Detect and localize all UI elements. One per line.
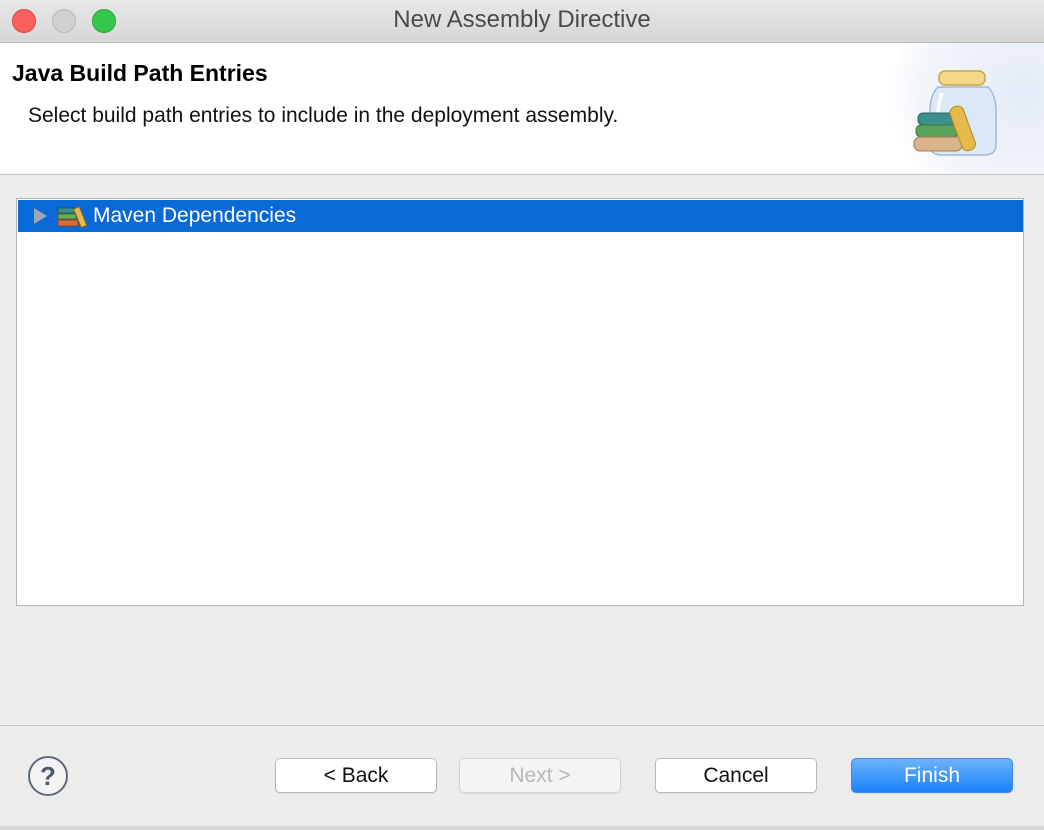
build-path-entries-tree[interactable]: Maven Dependencies — [16, 198, 1024, 606]
cancel-button[interactable]: Cancel — [655, 758, 817, 793]
help-button[interactable]: ? — [28, 756, 68, 796]
finish-button[interactable]: Finish — [851, 758, 1013, 793]
library-books-icon — [57, 206, 88, 229]
page-title: Java Build Path Entries — [12, 60, 268, 86]
tree-item-maven-dependencies[interactable]: Maven Dependencies — [18, 200, 1023, 232]
window-bottom-edge — [0, 826, 1044, 830]
window-title: New Assembly Directive — [393, 6, 651, 33]
jar-icon — [913, 70, 997, 156]
page-description: Select build path entries to include in … — [28, 104, 619, 127]
back-button[interactable]: < Back — [275, 758, 437, 793]
wizard-banner: Java Build Path Entries Select build pat… — [0, 43, 1044, 175]
expand-arrow-icon[interactable] — [34, 208, 47, 224]
next-button[interactable]: Next > — [459, 758, 621, 793]
footer-divider — [0, 725, 1044, 726]
title-bar[interactable]: New Assembly Directive — [0, 0, 1044, 43]
dialog-window: New Assembly Directive Java Build Path E… — [0, 0, 1044, 830]
tree-item-label: Maven Dependencies — [93, 204, 297, 227]
